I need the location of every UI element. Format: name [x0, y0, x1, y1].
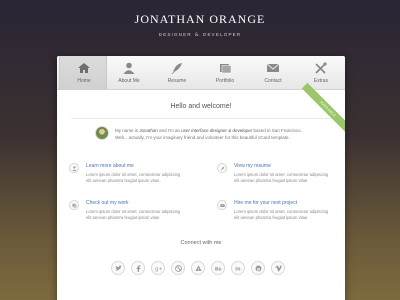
tab-portfolio[interactable]: Portfolio	[201, 56, 249, 90]
portfolio-icon	[220, 64, 232, 74]
behance-button[interactable]: Bē	[211, 261, 225, 275]
feature-link-resume[interactable]: View my resume	[234, 163, 271, 169]
connect-heading: Connect with me	[180, 240, 222, 246]
intro-part: and I'm an	[159, 128, 180, 133]
google-plus-button[interactable]: g+	[151, 261, 165, 275]
tools-icon	[315, 62, 327, 74]
divider	[71, 118, 331, 119]
feather-icon	[171, 63, 182, 74]
portfolio-icon	[72, 203, 77, 208]
feature-text: Lorem ipsum dolor sit amet, consectetur …	[86, 209, 181, 220]
pinterest-button[interactable]: p	[251, 261, 265, 275]
user-icon	[123, 62, 135, 74]
facebook-button[interactable]	[131, 261, 145, 275]
forrst-button[interactable]	[191, 261, 205, 275]
intro-part: based in San Francisco.	[253, 128, 302, 133]
linkedin-button[interactable]: in	[231, 261, 245, 275]
welcome-heading: Hello and welcome!	[170, 103, 232, 110]
tab-label: Contact	[264, 78, 282, 84]
twitter-icon	[115, 265, 122, 271]
home-icon	[78, 63, 90, 73]
main-nav: Home About Me Resume Portfolio Contact E…	[57, 56, 345, 90]
feature-icon-circle	[69, 163, 79, 173]
intro-line2: Well... actually, I'm your imaginary fri…	[115, 135, 290, 140]
tab-label: Resume	[167, 78, 187, 84]
feature-text: Lorem ipsum dolor sit amet, consectetur …	[234, 209, 329, 220]
dribbble-button[interactable]	[171, 261, 185, 275]
feature-link-about[interactable]: Learn more about me	[86, 163, 134, 169]
tab-label: About Me	[118, 78, 140, 84]
tab-label: Home	[77, 78, 91, 84]
vcard-panel: Home About Me Resume Portfolio Contact E…	[57, 56, 345, 300]
google-plus-icon: g+	[155, 267, 162, 273]
feature-link-hire[interactable]: Hire me for your next project	[234, 200, 297, 206]
avatar	[95, 126, 109, 140]
site-header: JONATHAN ORANGE DESIGNER & DEVELOPER	[0, 12, 400, 38]
tab-about[interactable]: About Me	[105, 56, 153, 90]
tab-contact[interactable]: Contact	[249, 56, 297, 90]
twitter-button[interactable]	[111, 261, 125, 275]
ampersand: &	[194, 33, 200, 38]
tab-label: Portfolio	[215, 78, 235, 84]
role-designer: DESIGNER	[158, 32, 192, 37]
feature-link-work[interactable]: Check out my work	[86, 200, 129, 206]
feature-text: Lorem ipsum dolor sit amet, consectetur …	[86, 172, 181, 183]
tab-resume[interactable]: Resume	[153, 56, 201, 90]
feature-icon-circle	[69, 200, 79, 210]
behance-icon: Bē	[215, 266, 221, 272]
site-subtitle: DESIGNER & DEVELOPER	[0, 32, 400, 38]
vimeo-icon	[275, 265, 282, 272]
envelope-icon	[220, 203, 225, 207]
vimeo-button[interactable]	[271, 261, 285, 275]
intro-part: My name is	[115, 128, 139, 133]
tab-label: Extras	[313, 78, 329, 84]
role-developer: DEVELOPER	[203, 32, 242, 37]
svg-text:in: in	[235, 267, 241, 273]
intro-text: My name is Jonathan and I'm an user inte…	[115, 127, 325, 141]
intro-role: user interface designer & developer	[181, 128, 253, 133]
feather-icon	[221, 166, 225, 171]
feature-icon-circle	[217, 200, 227, 210]
svg-text:Bē: Bē	[215, 266, 221, 272]
site-title: JONATHAN ORANGE	[134, 12, 266, 26]
pinterest-icon: p	[255, 265, 262, 272]
feature-text: Lorem ipsum dolor sit amet, consectetur …	[234, 172, 329, 183]
facebook-icon	[136, 265, 141, 272]
envelope-icon	[266, 63, 280, 72]
intro-name: Jonathan	[139, 128, 158, 133]
svg-text:g+: g+	[155, 267, 162, 273]
tab-home[interactable]: Home	[59, 56, 107, 90]
user-icon	[72, 166, 77, 171]
dribbble-icon	[175, 265, 182, 272]
forrst-icon	[195, 265, 202, 272]
linkedin-icon: in	[235, 267, 241, 273]
feature-icon-circle	[217, 163, 227, 173]
